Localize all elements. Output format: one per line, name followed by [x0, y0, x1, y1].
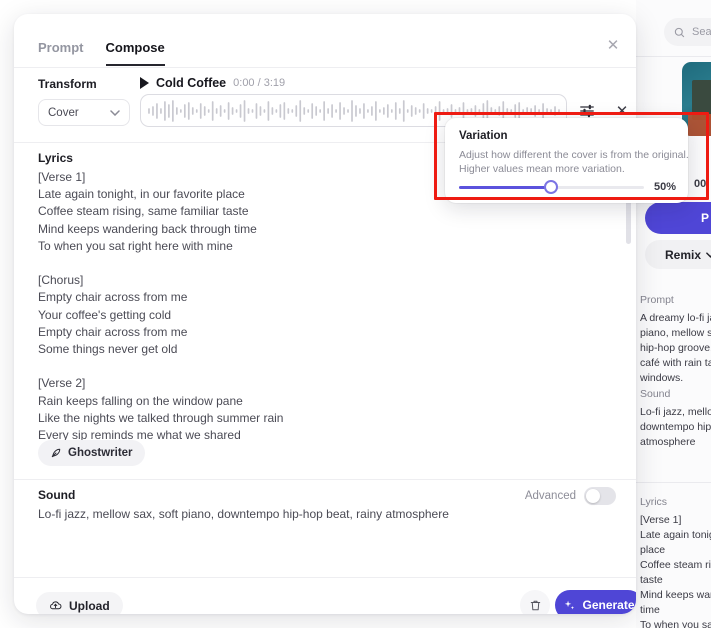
sound-textarea[interactable]: Lo-fi jazz, mellow sax, soft piano, down… [38, 507, 449, 521]
panel-section-body: A dreamy lo-fi ja piano, mellow sa hip-h… [640, 312, 711, 384]
lyrics-line: To when you sat right here with mine [38, 238, 233, 253]
lyrics-scrollbar[interactable] [626, 200, 631, 244]
lyrics-textarea[interactable]: [Verse 1] Late again tonight, in our fav… [38, 169, 598, 444]
play-button-label: P [700, 211, 709, 225]
lyrics-line: Some things never get old [38, 342, 178, 357]
search-input[interactable]: Sear [664, 18, 711, 46]
panel-section-heading: Prompt [640, 294, 674, 306]
ghostwriter-button[interactable]: Ghostwriter [38, 440, 145, 466]
generate-button[interactable]: Generate [555, 590, 636, 614]
lyrics-line: Empty chair across from me [38, 324, 188, 339]
cloud-upload-icon [50, 601, 62, 610]
divider [636, 56, 711, 57]
chevron-down-icon [706, 251, 711, 258]
divider [14, 577, 636, 578]
advanced-label: Advanced [524, 490, 576, 502]
search-icon [674, 27, 685, 37]
slider-fill [459, 185, 552, 189]
variation-slider-row: 50% [459, 180, 676, 194]
delete-button[interactable] [520, 590, 550, 614]
compose-modal: ✕ Prompt Compose Transform Cover Cold Co… [14, 14, 636, 614]
lyrics-line: Rain keeps falling on the window pane [38, 393, 243, 408]
transform-mode-select[interactable]: Cover [38, 99, 130, 126]
trash-icon [530, 600, 540, 610]
sound-heading: Sound [38, 488, 76, 502]
tab-compose[interactable]: Compose [105, 40, 165, 66]
panel-section-sound: Sound Lo-fi jazz, mellow downtempo hip-h… [640, 388, 711, 450]
panel-section-heading: Lyrics [640, 496, 668, 508]
lyrics-line: [Chorus] [38, 273, 84, 288]
panel-section-body: [Verse 1] Late again tonigh place Coffee… [640, 514, 711, 628]
transform-mode-value: Cover [48, 106, 79, 119]
lyrics-line: [Verse 2] [38, 376, 86, 391]
screen: Sear P Remix 00 Prompt A dreamy lo-fi ja… [0, 0, 711, 628]
chevron-down-icon [110, 109, 120, 116]
lyrics-line: Empty chair across from me [38, 290, 188, 305]
advanced-toggle-group: Advanced [525, 487, 616, 505]
lyrics-line-blank [38, 255, 598, 272]
lyrics-heading: Lyrics [38, 151, 73, 165]
panel-section-prompt: Prompt A dreamy lo-fi ja piano, mellow s… [640, 294, 711, 386]
remix-button[interactable]: Remix [645, 240, 711, 269]
variation-description-line: Higher values mean more variation. [459, 163, 625, 175]
tab-bar: Prompt Compose [38, 40, 165, 66]
variation-description-line: Adjust how different the cover is from t… [459, 149, 689, 161]
track-header: Cold Coffee 0:00 / 3:19 [140, 76, 285, 90]
remix-button-label: Remix [664, 247, 702, 262]
advanced-toggle[interactable] [584, 487, 616, 505]
slider-handle[interactable] [544, 180, 559, 194]
generate-label: Generate [582, 598, 635, 612]
close-icon[interactable]: ✕ [604, 36, 622, 54]
feather-pen-icon [51, 448, 61, 458]
sparkles-icon [565, 600, 575, 609]
play-icon[interactable] [140, 77, 149, 89]
search-placeholder-text: Sear [692, 26, 711, 38]
panel-section-lyrics: Lyrics [Verse 1] Late again tonigh place… [640, 496, 711, 628]
panel-section-heading: Sound [640, 388, 671, 400]
ghostwriter-label: Ghostwriter [68, 447, 133, 459]
variation-value: 50% [653, 181, 676, 193]
lyrics-line-blank [38, 358, 598, 375]
transform-label: Transform [38, 77, 97, 91]
track-title: Cold Coffee [156, 76, 227, 90]
toggle-knob [586, 489, 600, 503]
upload-button[interactable]: Upload [36, 592, 123, 614]
divider [14, 479, 636, 480]
divider [636, 482, 711, 483]
play-button-panel[interactable]: P [645, 202, 711, 234]
divider [14, 67, 636, 68]
lyrics-line: Mind keeps wandering back through time [38, 221, 257, 236]
track-time: 0:00 / 3:19 [233, 77, 286, 89]
variation-title: Variation [459, 130, 508, 142]
lyrics-line: Like the nights we talked through summer… [38, 410, 284, 425]
variation-slider[interactable] [459, 180, 644, 194]
lyrics-line: Coffee steam rising, same familiar taste [38, 204, 249, 219]
clipped-time-text: 00 [694, 178, 707, 190]
tab-prompt[interactable]: Prompt [38, 40, 84, 66]
upload-label: Upload [69, 598, 110, 613]
lyrics-line: Your coffee's getting cold [38, 307, 172, 322]
variation-popover: Variation Adjust how different the cover… [445, 118, 689, 203]
variation-description: Adjust how different the cover is from t… [459, 148, 689, 176]
panel-section-body: Lo-fi jazz, mellow downtempo hip-h atmos… [640, 406, 711, 448]
